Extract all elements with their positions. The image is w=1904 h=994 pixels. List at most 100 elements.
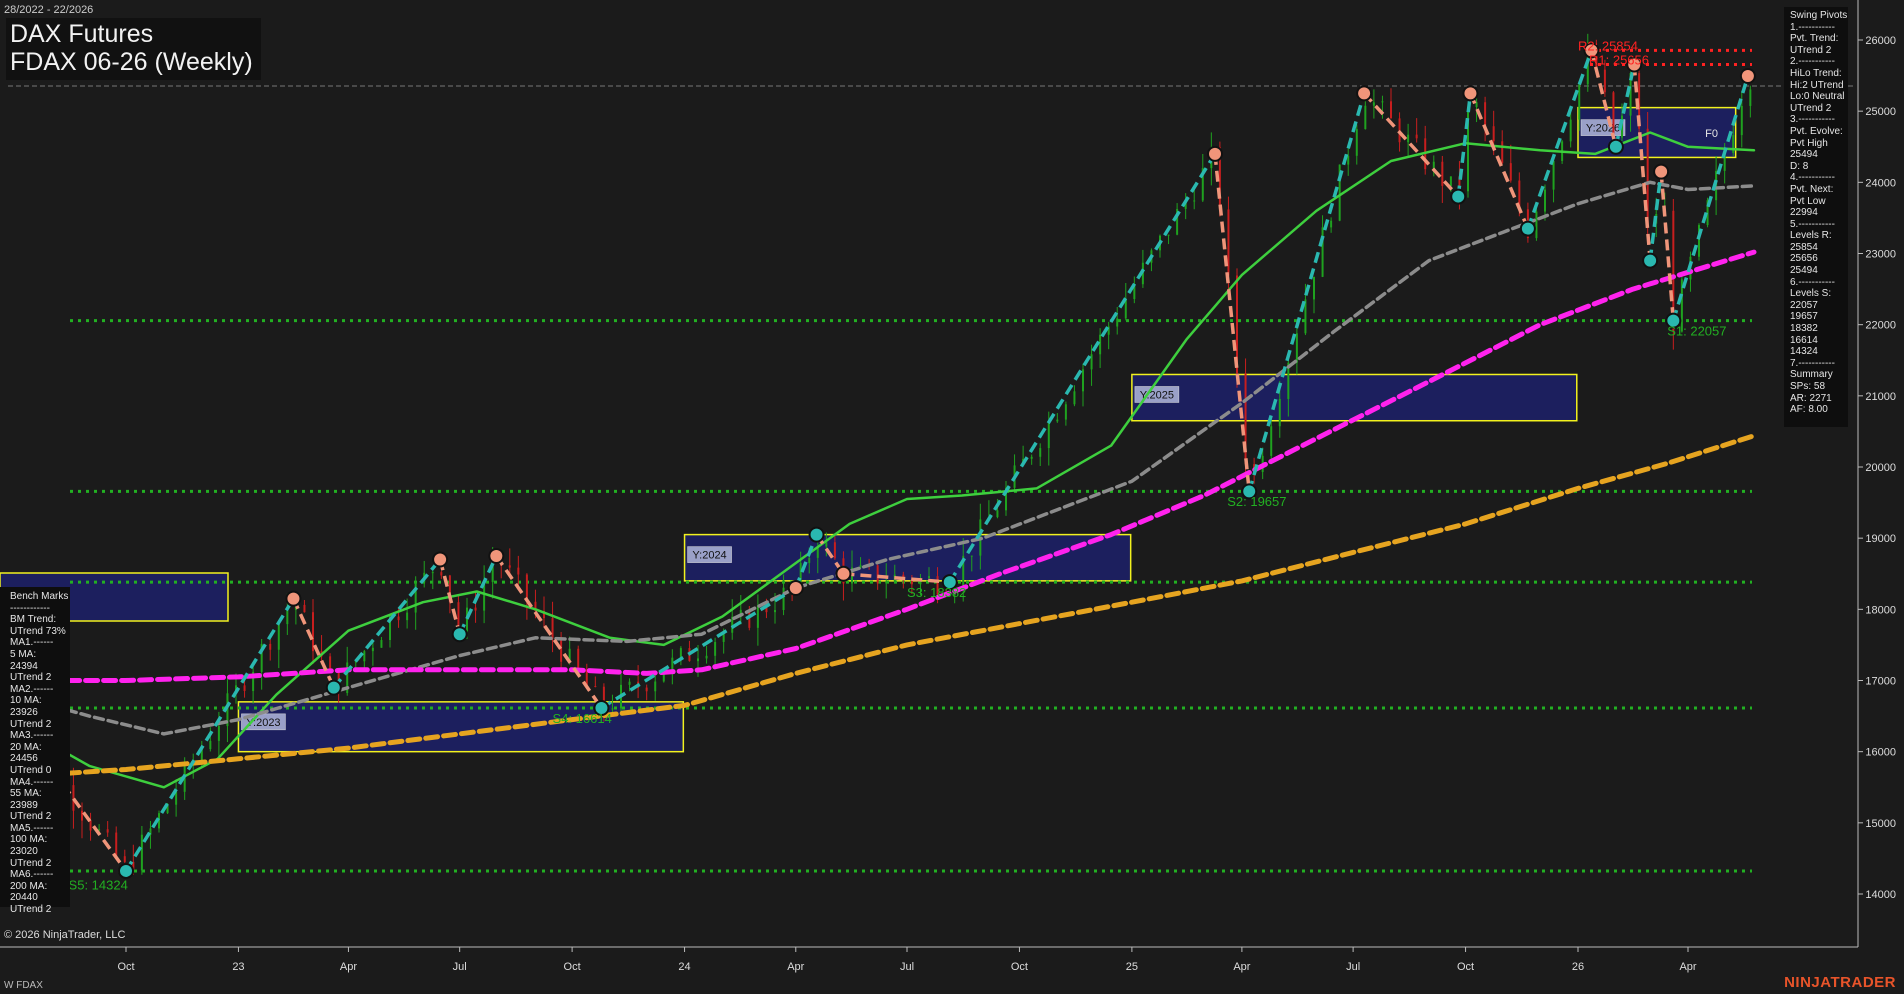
price-bar-body [1441, 161, 1444, 186]
price-bar-body [72, 785, 75, 811]
level-label: R2: 25854 [1578, 38, 1638, 53]
bench-line: 5 MA: [10, 648, 37, 660]
pivot-marker [432, 551, 449, 568]
bench-line: MA2.------ [10, 683, 54, 695]
price-bar-body [371, 647, 374, 652]
pivot-marker [118, 862, 134, 879]
price-bar-body [106, 829, 109, 833]
price-bar-body [654, 681, 657, 692]
swing-line: HiLo Trend: [1790, 67, 1842, 79]
price-bar-body [209, 740, 212, 750]
swing-line: 2.----------- [1790, 56, 1835, 68]
bench-line: 23989 [10, 799, 38, 811]
price-bar-body [1090, 354, 1093, 370]
price-bar-body [1270, 426, 1273, 456]
pivot-marker [488, 547, 505, 564]
bench-line: MA3.------ [10, 730, 54, 742]
level-label: S3: 18382 [907, 585, 966, 600]
price-bar-body [466, 607, 468, 632]
bench-line: UTrend 2 [10, 718, 52, 730]
bench-line: 20440 [10, 892, 38, 904]
bench-line: UTrend 2 [10, 811, 52, 823]
price-tick-label: 18000 [1865, 604, 1896, 616]
time-tick-label: Jul [453, 961, 467, 973]
price-bar-body [833, 542, 836, 559]
bench-line: UTrend 2 [10, 904, 52, 916]
price-bar-body [431, 572, 434, 574]
time-tick-label: 24 [678, 961, 690, 973]
bench-line: 23020 [10, 846, 38, 858]
swing-line: 4.----------- [1790, 172, 1835, 184]
pivot-marker [285, 590, 302, 607]
pivot-marker [1642, 252, 1659, 269]
bench-line: UTrend 73% [10, 625, 66, 637]
swing-line: 25494 [1790, 265, 1818, 277]
price-bar-body [1449, 176, 1452, 186]
chart-subtitle: FDAX 06-26 (Weekly) [10, 48, 253, 76]
bench-line: 55 MA: [10, 788, 42, 800]
swing-line: SPs: 58 [1790, 381, 1826, 392]
price-bar-body [885, 581, 888, 584]
year-zone [1131, 373, 1578, 422]
pivot-marker [1739, 68, 1756, 85]
price-bar-body [380, 640, 383, 648]
price-bar-body [1355, 129, 1358, 156]
level-label: S2: 19657 [1227, 494, 1286, 509]
bench-line: UTrend 2 [10, 857, 52, 869]
price-bar-body [115, 832, 118, 857]
price-bar-body [140, 834, 143, 871]
bench-line: 20 MA: [10, 741, 42, 753]
bench-line: 23926 [10, 706, 38, 718]
time-tick-label: Apr [787, 961, 804, 973]
year-zone [683, 533, 1132, 582]
swing-line: Levels R: [1790, 230, 1832, 242]
price-bar-body [1535, 211, 1538, 239]
price-bar-body [1064, 404, 1067, 420]
chart-title: DAX Futures [10, 20, 154, 48]
price-tick-label: 17000 [1865, 676, 1896, 688]
bench-line: MA1.------ [10, 637, 54, 649]
price-bar-body [1082, 369, 1084, 392]
swing-line: 22057 [1790, 299, 1818, 311]
price-tick-label: 16000 [1865, 747, 1896, 759]
price-bar-body [1390, 101, 1392, 119]
swing-line: 25494 [1790, 149, 1818, 161]
swing-line: 18382 [1790, 323, 1818, 335]
price-bar-body [1364, 105, 1367, 130]
price-bar-body [406, 612, 409, 621]
price-bar-body [81, 810, 83, 821]
swing-line: 7.----------- [1790, 357, 1835, 369]
swing-line: Swing Pivots [1790, 10, 1848, 21]
price-bar-body [662, 674, 665, 682]
swing-line: Hi:2 UTrend [1790, 79, 1844, 91]
price-tick-label: 22000 [1865, 320, 1896, 332]
price-bar-body [1073, 391, 1076, 405]
price-bar-body [363, 651, 366, 662]
level-label: S4: 16614 [553, 711, 612, 726]
pivot-marker [1519, 220, 1536, 237]
price-bar-body [1039, 448, 1042, 457]
pivot-marker [835, 565, 852, 582]
pivot-marker [1207, 145, 1223, 162]
time-tick-label: Jul [1346, 961, 1360, 973]
copyright-text: © 2026 NinjaTrader, LLC [4, 929, 126, 941]
price-bar-body [1381, 101, 1384, 103]
price-tick-label: 24000 [1865, 177, 1896, 189]
bench-line: 24456 [10, 753, 38, 765]
bench-line: UTrend 2 [10, 672, 52, 684]
level-label: S1: 22057 [1667, 323, 1726, 338]
price-bar-body [679, 648, 682, 658]
price-bar-body [774, 610, 776, 613]
pivot-marker [787, 579, 804, 596]
price-bar-body [517, 567, 520, 575]
price-bar-body [286, 609, 289, 625]
price-chart[interactable]: Y:2023Y:2024Y:2025Y:2026 R2: 25854R1: 25… [0, 0, 1904, 994]
time-tick-label: 23 [232, 961, 244, 973]
bench-line: MA6.------ [10, 869, 54, 881]
time-tick-label: Apr [1233, 961, 1250, 973]
price-tick-label: 15000 [1865, 818, 1896, 830]
price-bar-body [928, 576, 930, 578]
date-range: 28/2022 - 22/2026 [4, 4, 94, 16]
time-tick-label: Apr [1679, 961, 1696, 973]
price-bar-body [269, 643, 272, 650]
